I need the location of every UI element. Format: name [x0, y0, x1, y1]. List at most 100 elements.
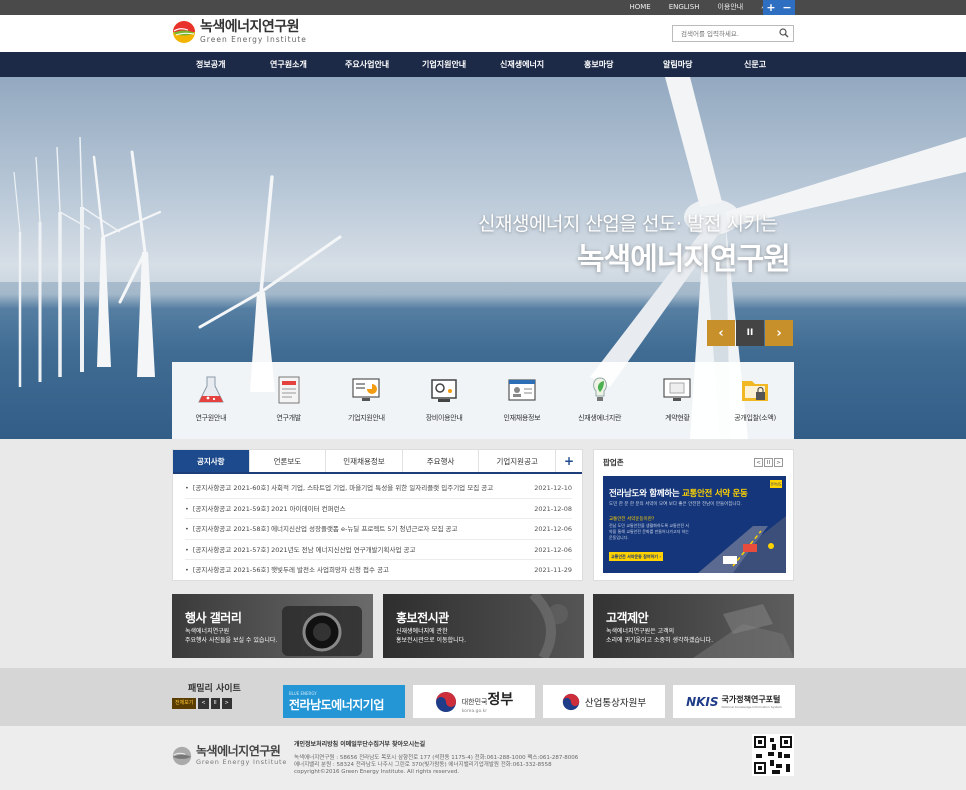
gallery-banner[interactable]: 행사 갤러리 녹색에너지연구원 주요행사 사진들을 보실 수 있습니다. [172, 594, 373, 658]
notice-title[interactable]: [공지사항공고 2021-57호] 2021년도 전남 에너지신산업 연구개발기… [185, 540, 416, 560]
quick-label: 신재생에너지란 [578, 414, 622, 422]
flask-icon [198, 376, 224, 403]
suggestion-desc: 녹색에너지연구원은 고객의소리에 귀기울이고 소중히 생각하겠습니다. [606, 627, 713, 645]
banner-question: 교통안전 서약운동이란? [609, 517, 655, 522]
nkis-mark: NKIS [686, 694, 719, 709]
slide-prev-button[interactable]: ‹ [707, 320, 735, 346]
nkis-logo[interactable]: NKIS 국가정책연구포털 National Knowledge Informa… [673, 685, 795, 718]
nav-main-business[interactable]: 주요사업안내 [345, 52, 389, 77]
suggestion-banner[interactable]: 고객제안 녹색에너지연구원은 고객의 소리에 귀기울이고 소중히 생각하겠습니다. [593, 594, 794, 658]
gov-small: 대한민국 [461, 698, 488, 706]
motie-logo[interactable]: 산업통상자원부 [543, 685, 665, 718]
gallery-desc: 녹색에너지연구원 주요행사 사진들을 보실 수 있습니다. [185, 627, 277, 645]
quick-item-recruit[interactable]: 인재채용정보 [483, 362, 561, 439]
footer-logo-title: 녹색에너지연구원 [196, 744, 281, 758]
main-navigation: 정보공개 연구원소개 주요사업안내 기업지원안내 신재생에너지 홍보마당 알림마… [0, 52, 966, 77]
slide-next-button[interactable]: › [765, 320, 793, 346]
quick-menu: 연구원안내 연구개발 기업지원안내 장비이용안내 인재채용정보 신재생에너지란 … [172, 362, 794, 439]
popup-zone: 팝업존 < II > 전라남도와 함께하는 교통안전 서약 운동 도민 한 분 … [593, 449, 794, 581]
quick-item-support[interactable]: 기업지원안내 [328, 362, 406, 439]
quick-item-equipment[interactable]: 장비이용안내 [405, 362, 483, 439]
footer-address: 녹색에너지연구원 : 58656 전라남도 목포시 삼향천로 177 (석현동 … [294, 755, 578, 776]
suggestion-desc-2: 소리에 귀기울이고 소중히 생각하겠습니다. [606, 637, 713, 644]
quick-item-contract[interactable]: 계약현황 [639, 362, 717, 439]
header: 녹색에너지연구원 Green Energy Institute [0, 15, 966, 52]
gov-text: 대한민국 정부 korea.go.kr [462, 689, 514, 714]
list-item[interactable]: [공지사항공고 2021-59호] 2021 아이데이터 컨퍼런스 2021-12… [185, 499, 572, 519]
footer-links[interactable]: 개인정보처리방침 이메일무단수집거부 찾아오시는길 [294, 739, 425, 748]
quick-item-renewable[interactable]: 신재생에너지란 [561, 362, 639, 439]
banner-subtitle: 도민 한 분 한 분의 서약이 모여 보다 좋은 안전한 전남이 만들어집니다. [609, 502, 743, 507]
search-box [672, 25, 794, 42]
zoom-out-button[interactable]: − [782, 1, 791, 14]
logo-subtitle: Green Energy Institute [200, 35, 307, 44]
notice-title[interactable]: [공지사항공고 2021-60호] 사회적 기업, 스타트업 기업, 마을기업 … [185, 478, 493, 498]
korea-gov-logo[interactable]: 대한민국 정부 korea.go.kr [413, 685, 535, 718]
leaf-bulb-icon [592, 377, 607, 401]
popup-pause-button[interactable]: II [764, 458, 773, 467]
tab-notice[interactable]: 공지사항 [173, 450, 250, 472]
tab-recruit[interactable]: 인재채용정보 [326, 450, 403, 472]
quick-item-rnd[interactable]: 연구개발 [250, 362, 328, 439]
family-prev-button[interactable]: < [198, 698, 209, 709]
more-button[interactable]: + [556, 450, 582, 472]
nkis-name: 국가정책연구포털 [721, 695, 781, 704]
notice-title[interactable]: [공지사항공고 2021-58호] 에너지신산업 성장플랫폼 e-뉴딜 프로젝트… [185, 519, 458, 539]
exhibition-banner[interactable]: 홍보전시관 신재생에너지에 관한 홍보전시관으로 이동합니다. [383, 594, 584, 658]
list-item[interactable]: [공지사항공고 2021-58호] 에너지신산업 성장플랫폼 e-뉴딜 프로젝트… [185, 519, 572, 540]
monitor-icon [663, 378, 691, 401]
list-item[interactable]: [공지사항공고 2021-56호] 햇빛두레 발전소 사업희망자 신청 접수 공… [185, 560, 572, 581]
logo-text: 녹색에너지연구원 Green Energy Institute [200, 19, 307, 44]
nav-promotion[interactable]: 홍보마당 [584, 52, 613, 77]
exhibition-desc-2: 홍보전시관으로 이동합니다. [396, 637, 467, 644]
family-next-button[interactable]: > [221, 698, 232, 709]
taegeuk-icon [435, 691, 456, 712]
notice-title[interactable]: [공지사항공고 2021-59호] 2021 아이데이터 컨퍼런스 [185, 499, 346, 519]
banner-join-button[interactable]: 교통안전 서약운동 참여하기 › [609, 552, 663, 561]
jeonnam-energy-logo[interactable]: BLUE ENERGY 전라남도에너지기업 [283, 685, 405, 718]
quick-label: 연구개발 [276, 414, 301, 422]
popup-prev-button[interactable]: < [754, 458, 763, 467]
quick-label: 연구원안내 [195, 414, 227, 422]
camera-icon [282, 606, 362, 656]
nav-about[interactable]: 연구원소개 [270, 52, 307, 77]
quick-item-institute[interactable]: 연구원안내 [172, 362, 250, 439]
list-item[interactable]: [공지사항공고 2021-57호] 2021년도 전남 에너지신산업 연구개발기… [185, 540, 572, 560]
gov-name: 대한민국 정부 [462, 689, 514, 709]
suggestion-desc-1: 녹색에너지연구원은 고객의 [606, 628, 675, 635]
monitor-chart-icon [352, 378, 380, 401]
nav-petition[interactable]: 신문고 [744, 52, 766, 77]
popup-next-button[interactable]: > [774, 458, 783, 467]
notice-title[interactable]: [공지사항공고 2021-56호] 햇빛두레 발전소 사업희망자 신청 접수 공… [185, 560, 389, 581]
utility-bar: HOME ENGLISH 이용안내 사이트맵 + − [0, 0, 966, 15]
tab-events[interactable]: 주요행사 [403, 450, 480, 472]
nkis-text: 국가정책연구포털 National Knowledge Information … [722, 694, 782, 709]
notice-date: 2021-12-06 [534, 545, 572, 554]
footer-logo: 녹색에너지연구원 Green Energy Institute [172, 745, 287, 766]
search-input[interactable] [673, 26, 773, 41]
list-item[interactable]: [공지사항공고 2021-60호] 사회적 기업, 스타트업 기업, 마을기업 … [185, 478, 572, 499]
notice-date: 2021-11-29 [534, 566, 572, 574]
quick-item-bid[interactable]: 공개입찰(소액) [716, 362, 794, 439]
nav-info-disclosure[interactable]: 정보공개 [196, 52, 225, 77]
nav-business-support[interactable]: 기업지원안내 [422, 52, 466, 77]
nav-notice[interactable]: 알림마당 [663, 52, 692, 77]
home-link[interactable]: HOME [620, 0, 659, 15]
zoom-in-button[interactable]: + [766, 1, 775, 14]
slide-pause-button[interactable]: II [736, 320, 764, 346]
tab-press[interactable]: 언론보도 [250, 450, 327, 472]
site-logo[interactable]: 녹색에너지연구원 Green Energy Institute [172, 19, 307, 44]
nav-renewable-energy[interactable]: 신재생에너지 [500, 52, 544, 77]
hero-subtitle: 신재생에너지 산업을 선도· 발전 시키는 [478, 213, 778, 235]
banner-title-b: 교통안전 서약 운동 [682, 489, 748, 499]
search-icon[interactable] [779, 28, 789, 38]
qr-code-icon [752, 734, 794, 776]
guide-link[interactable]: 이용안내 [708, 0, 752, 15]
font-zoom-controls: + − [763, 0, 795, 15]
tab-business-notice[interactable]: 기업지원공고 [479, 450, 556, 472]
view-all-button[interactable]: 전체보기 [172, 698, 197, 709]
popup-banner[interactable]: 전라남도와 함께하는 교통안전 서약 운동 도민 한 분 한 분의 서약이 모여… [603, 476, 786, 573]
family-pause-button[interactable]: II [210, 698, 220, 709]
english-link[interactable]: ENGLISH [660, 0, 709, 15]
family-controls: 전체보기 < II > [172, 698, 232, 709]
